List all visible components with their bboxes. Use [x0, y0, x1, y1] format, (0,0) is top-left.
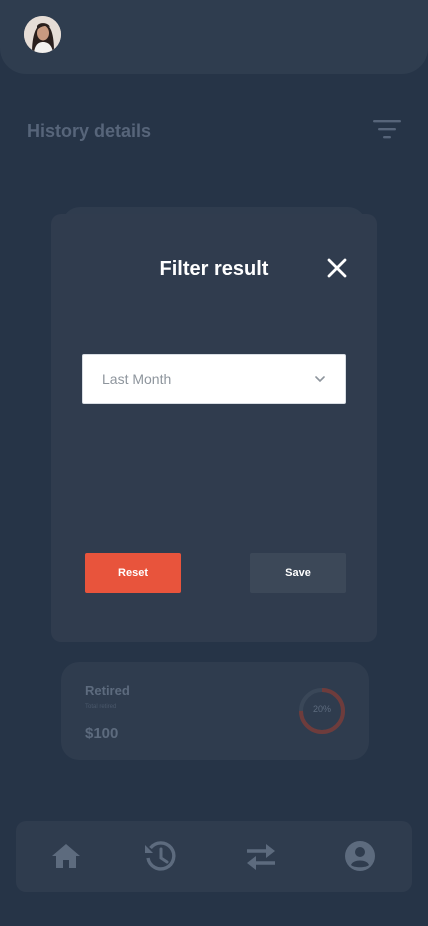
chevron-down-icon [315, 376, 325, 383]
progress-label: 20% [312, 704, 331, 714]
save-button[interactable]: Save [250, 553, 346, 593]
profile-icon[interactable] [343, 839, 377, 873]
filter-modal: Filter result Last Month Reset Save [51, 214, 377, 642]
close-icon[interactable] [327, 258, 347, 278]
avatar-image [24, 16, 61, 53]
retired-amount: $100 [85, 725, 119, 742]
header [0, 0, 428, 74]
bottom-nav [16, 821, 412, 892]
transfer-icon[interactable] [244, 839, 278, 873]
retired-title: Retired [85, 683, 130, 698]
page-title: History details [27, 121, 152, 141]
reset-button[interactable]: Reset [85, 553, 181, 593]
home-icon[interactable] [49, 839, 83, 873]
retired-subtitle: Total retired [85, 704, 117, 710]
app-screen: History details Filter result Last Month… [0, 0, 428, 926]
filter-icon[interactable] [373, 119, 401, 141]
avatar[interactable] [24, 16, 61, 53]
period-select[interactable]: Last Month [82, 354, 346, 404]
period-select-value: Last Month [102, 371, 172, 387]
retired-card[interactable]: Retired Total retired $100 20% [61, 662, 369, 760]
history-icon[interactable] [143, 839, 177, 873]
